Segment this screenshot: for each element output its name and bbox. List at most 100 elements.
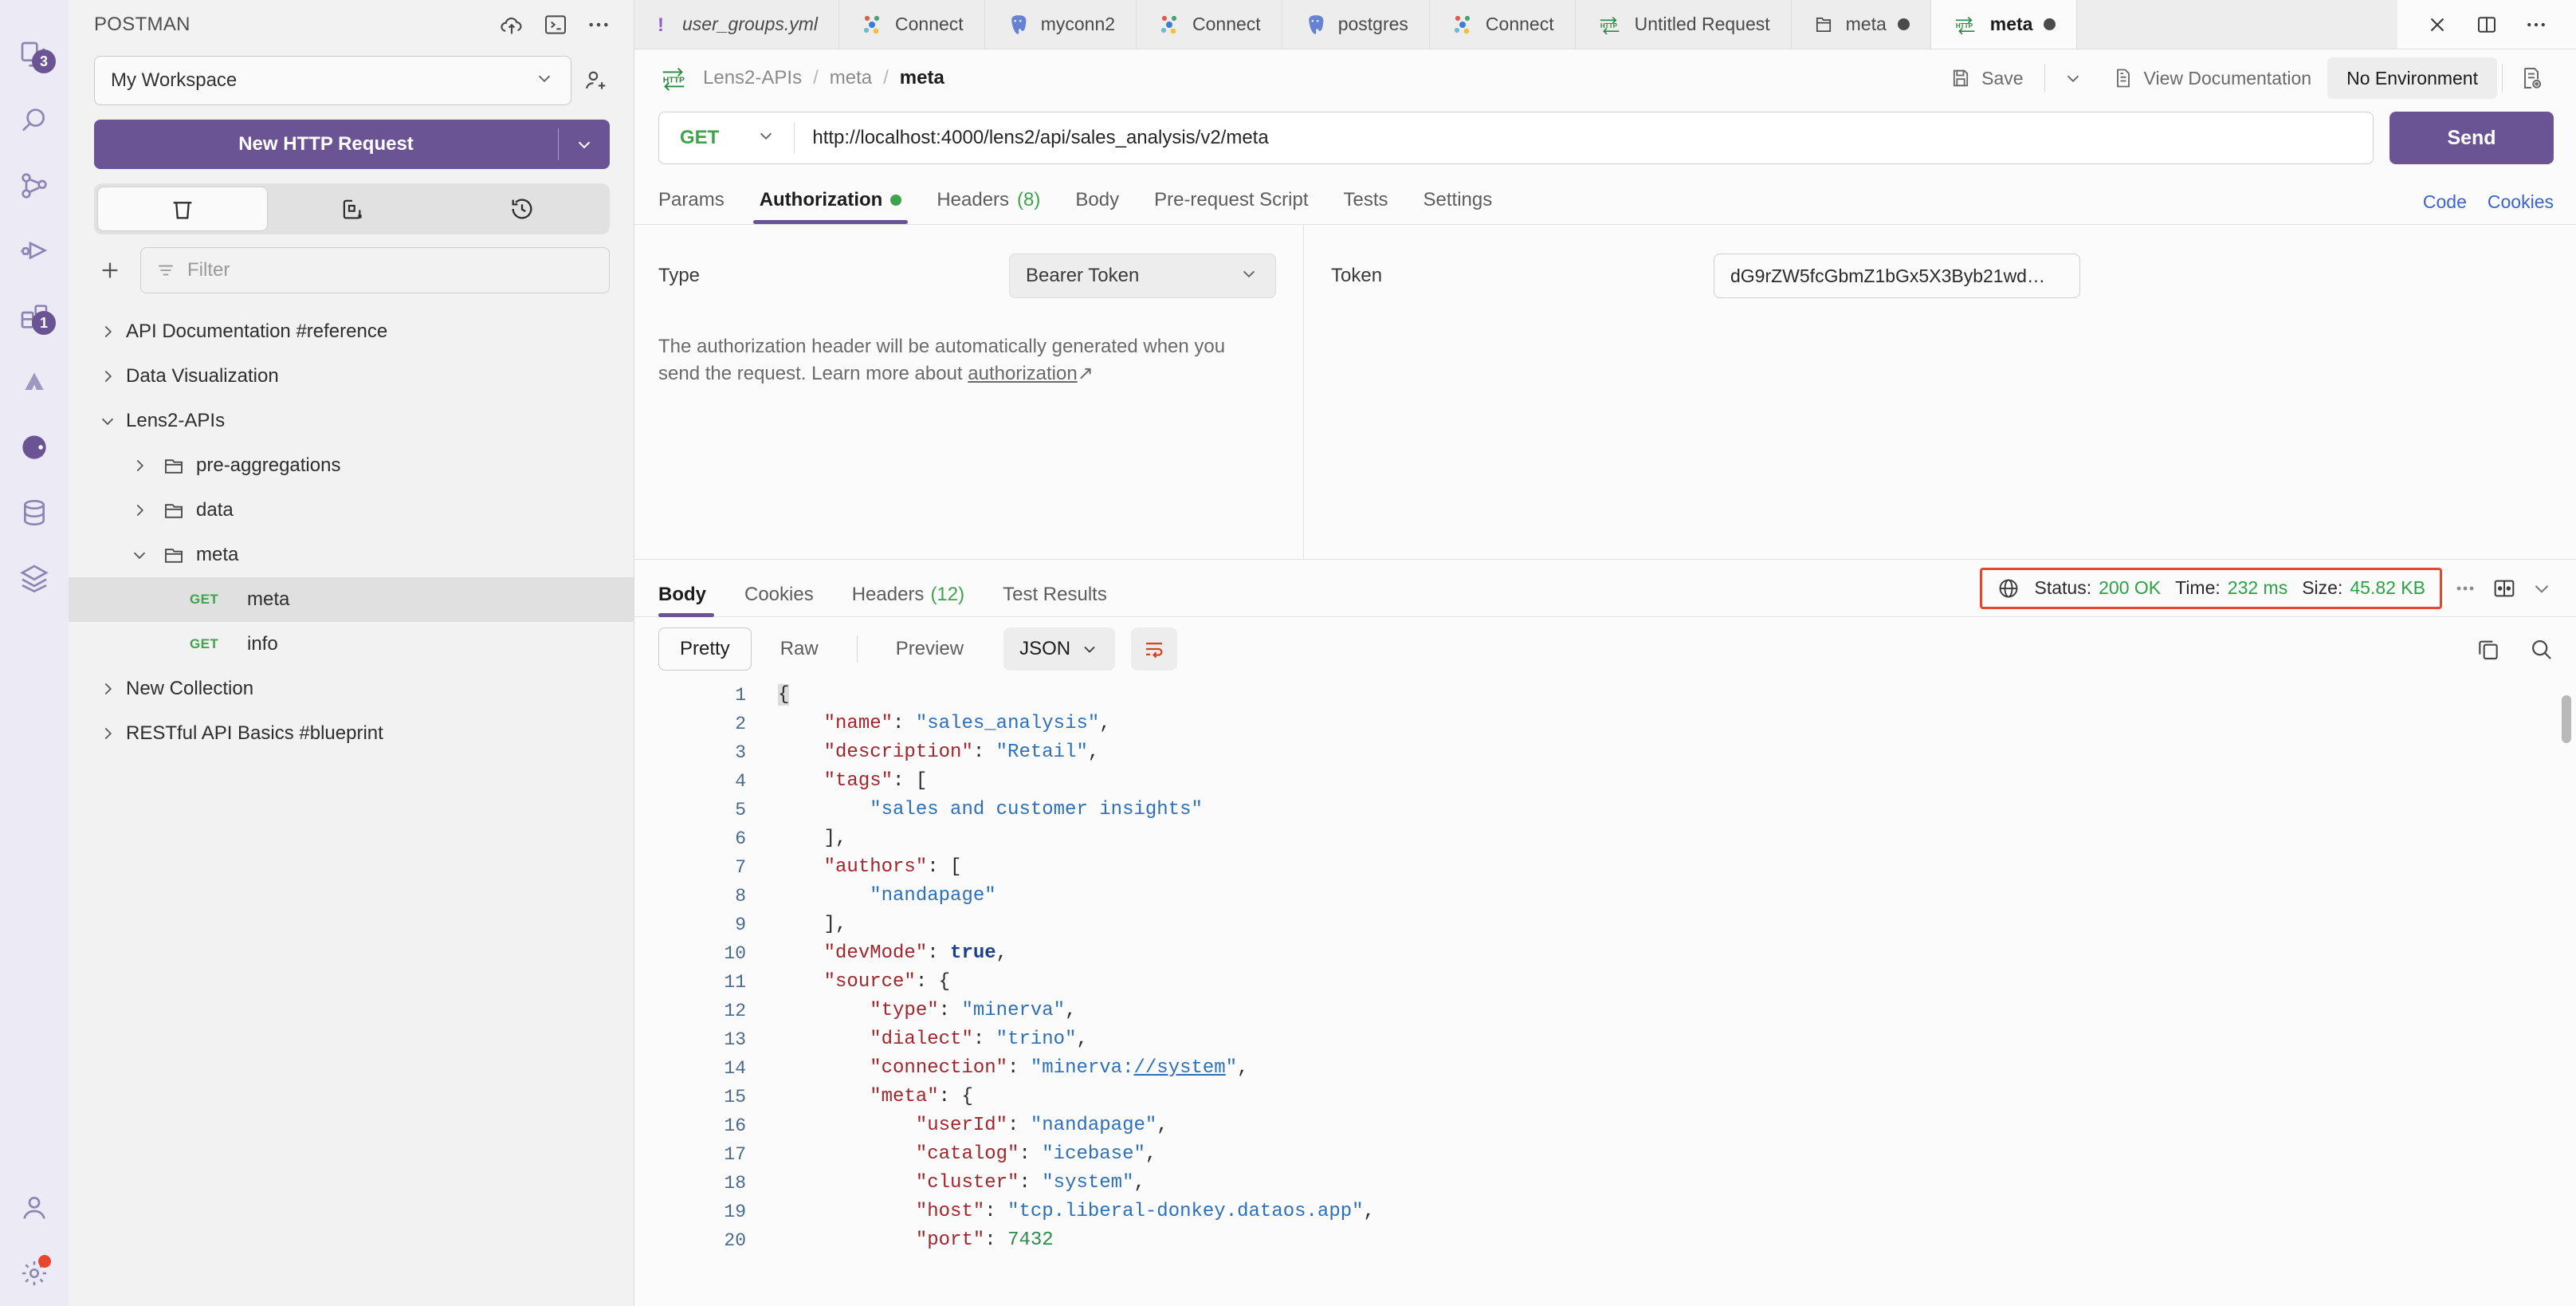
settings-gear-icon[interactable]	[0, 1241, 69, 1306]
cloud-upload-icon[interactable]	[498, 11, 525, 38]
scrollbar-thumb[interactable]	[2562, 695, 2571, 743]
chevron-down-icon[interactable]	[2530, 576, 2554, 600]
code-line-content[interactable]: "description": "Retail",	[778, 738, 1375, 767]
search-icon[interactable]	[2528, 636, 2554, 662]
code-line-content[interactable]: "host": "tcp.liberal-donkey.dataos.app",	[778, 1198, 1375, 1226]
tree-item-info[interactable]: GET info	[69, 622, 634, 667]
request-tab-connect[interactable]: Connect	[1430, 0, 1576, 49]
code-line-content[interactable]: "cluster": "system",	[778, 1169, 1375, 1198]
apis-flow-icon[interactable]	[0, 153, 69, 218]
database-icon[interactable]	[0, 480, 69, 545]
code-line-content[interactable]: "source": {	[778, 968, 1375, 997]
code-line-content[interactable]: "tags": [	[778, 767, 1375, 796]
tree-item-restful-api-basics-blueprint[interactable]: RESTful API Basics #blueprint	[69, 711, 634, 756]
fold-toggle[interactable]	[746, 997, 778, 1025]
request-tab-meta[interactable]: meta	[1792, 0, 1931, 49]
tree-item-data-visualization[interactable]: Data Visualization	[69, 354, 634, 399]
save-options-caret[interactable]	[2050, 57, 2096, 99]
request-tab-untitled-request[interactable]: HTTP Untitled Request	[1576, 0, 1792, 49]
fold-toggle[interactable]	[746, 1226, 778, 1255]
new-tab-icon[interactable]	[268, 187, 437, 231]
user-profile-icon[interactable]	[0, 1175, 69, 1241]
tab-authorization[interactable]: Authorization	[742, 189, 920, 224]
code-line-content[interactable]: {	[778, 681, 1375, 710]
code-line-content[interactable]: ],	[778, 911, 1375, 939]
copy-icon[interactable]	[2476, 636, 2501, 662]
send-button[interactable]: Send	[2389, 112, 2554, 164]
fold-toggle[interactable]	[746, 1054, 778, 1083]
code-line-content[interactable]: "devMode": true,	[778, 939, 1375, 968]
tab-pre-request-script[interactable]: Pre-request Script	[1137, 189, 1325, 224]
request-tab-myconn2[interactable]: myconn2	[985, 0, 1137, 49]
fold-toggle[interactable]	[746, 939, 778, 968]
fold-toggle[interactable]	[746, 710, 778, 738]
mock-debug-icon[interactable]	[0, 218, 69, 284]
code-line-content[interactable]: "authors": [	[778, 853, 1375, 882]
chevron-down-icon[interactable]	[89, 411, 126, 431]
response-tab-cookies[interactable]: Cookies	[725, 560, 833, 617]
request-tab-connect[interactable]: Connect	[1137, 0, 1282, 49]
atlassian-icon[interactable]	[0, 349, 69, 415]
chevron-right-icon[interactable]	[89, 366, 126, 387]
tree-item-pre-aggregations[interactable]: pre-aggregations	[69, 443, 634, 488]
tab-body[interactable]: Body	[1058, 189, 1137, 224]
fold-toggle[interactable]	[746, 853, 778, 882]
code-line-content[interactable]: "meta": {	[778, 1083, 1375, 1111]
request-tab-postgres[interactable]: postgres	[1282, 0, 1430, 49]
split-response-icon[interactable]	[2492, 576, 2517, 601]
response-scrollbar[interactable]	[2552, 681, 2576, 1306]
environment-quicklook-icon[interactable]	[2507, 57, 2555, 99]
environment-selector[interactable]: No Environment	[2327, 57, 2497, 99]
tree-item-lens2-apis[interactable]: Lens2-APIs	[69, 399, 634, 443]
cookies-link[interactable]: Cookies	[2488, 191, 2554, 213]
request-tab-connect[interactable]: Connect	[839, 0, 985, 49]
chevron-right-icon[interactable]	[121, 500, 158, 521]
fold-toggle[interactable]	[746, 824, 778, 853]
auth-token-input[interactable]: dG9rZW5fcGbmZ1bGx5X3Byb21wd…	[1714, 254, 2080, 298]
fold-toggle[interactable]	[746, 767, 778, 796]
more-dots-icon[interactable]	[2455, 581, 2479, 596]
code-line-content[interactable]: "type": "minerva",	[778, 997, 1375, 1025]
new-http-request-button[interactable]: New HTTP Request	[94, 120, 610, 169]
auth-type-select[interactable]: Bearer Token	[1009, 254, 1276, 298]
fold-toggle[interactable]	[746, 1169, 778, 1198]
code-line-content[interactable]: "sales and customer insights"	[778, 796, 1375, 824]
view-documentation-button[interactable]: View Documentation	[2096, 57, 2328, 99]
fold-toggle[interactable]	[746, 1025, 778, 1054]
code-line-content[interactable]: "connection": "minerva://system",	[778, 1054, 1375, 1083]
format-selector[interactable]: JSON	[1003, 627, 1116, 671]
request-tab-meta[interactable]: HTTP meta	[1930, 0, 2078, 49]
chevron-right-icon[interactable]	[89, 723, 126, 744]
response-tab-test-results[interactable]: Test Results	[984, 560, 1126, 617]
pretty-button[interactable]: Pretty	[658, 627, 752, 671]
chevron-down-icon[interactable]	[559, 134, 610, 155]
fold-toggle[interactable]	[746, 738, 778, 767]
trash-icon[interactable]	[97, 187, 269, 231]
chevron-down-icon[interactable]	[121, 545, 158, 565]
code-line-content[interactable]: "dialect": "trino",	[778, 1025, 1375, 1054]
fold-toggle[interactable]	[746, 911, 778, 939]
code-line-content[interactable]: "name": "sales_analysis",	[778, 710, 1375, 738]
fold-toggle[interactable]	[746, 1198, 778, 1226]
tab-tests[interactable]: Tests	[1326, 189, 1406, 224]
search-icon[interactable]	[0, 88, 69, 153]
chevron-right-icon[interactable]	[121, 455, 158, 476]
preview-button[interactable]: Preview	[875, 627, 984, 671]
chevron-right-icon[interactable]	[89, 321, 126, 342]
tree-item-api-documentation-reference[interactable]: API Documentation #reference	[69, 309, 634, 354]
more-horizontal-icon[interactable]	[586, 12, 611, 37]
authorization-link[interactable]: authorization	[968, 363, 1077, 384]
tab-headers[interactable]: Headers (8)	[919, 189, 1058, 224]
fold-toggle[interactable]	[746, 1083, 778, 1111]
request-tab-user-groups-yml[interactable]: ! user_groups.yml	[634, 0, 840, 49]
tab-params[interactable]: Params	[658, 189, 742, 224]
tree-item-data[interactable]: data	[69, 488, 634, 533]
chevron-right-icon[interactable]	[89, 679, 126, 699]
fold-toggle[interactable]	[746, 1140, 778, 1169]
fold-toggle[interactable]	[746, 796, 778, 824]
layers-icon[interactable]	[0, 545, 69, 611]
breadcrumb-collection[interactable]: Lens2-APIs	[703, 67, 802, 89]
invite-user-icon[interactable]	[583, 67, 610, 94]
code-link[interactable]: Code	[2423, 191, 2467, 213]
breadcrumb-folder[interactable]: meta	[830, 67, 872, 89]
